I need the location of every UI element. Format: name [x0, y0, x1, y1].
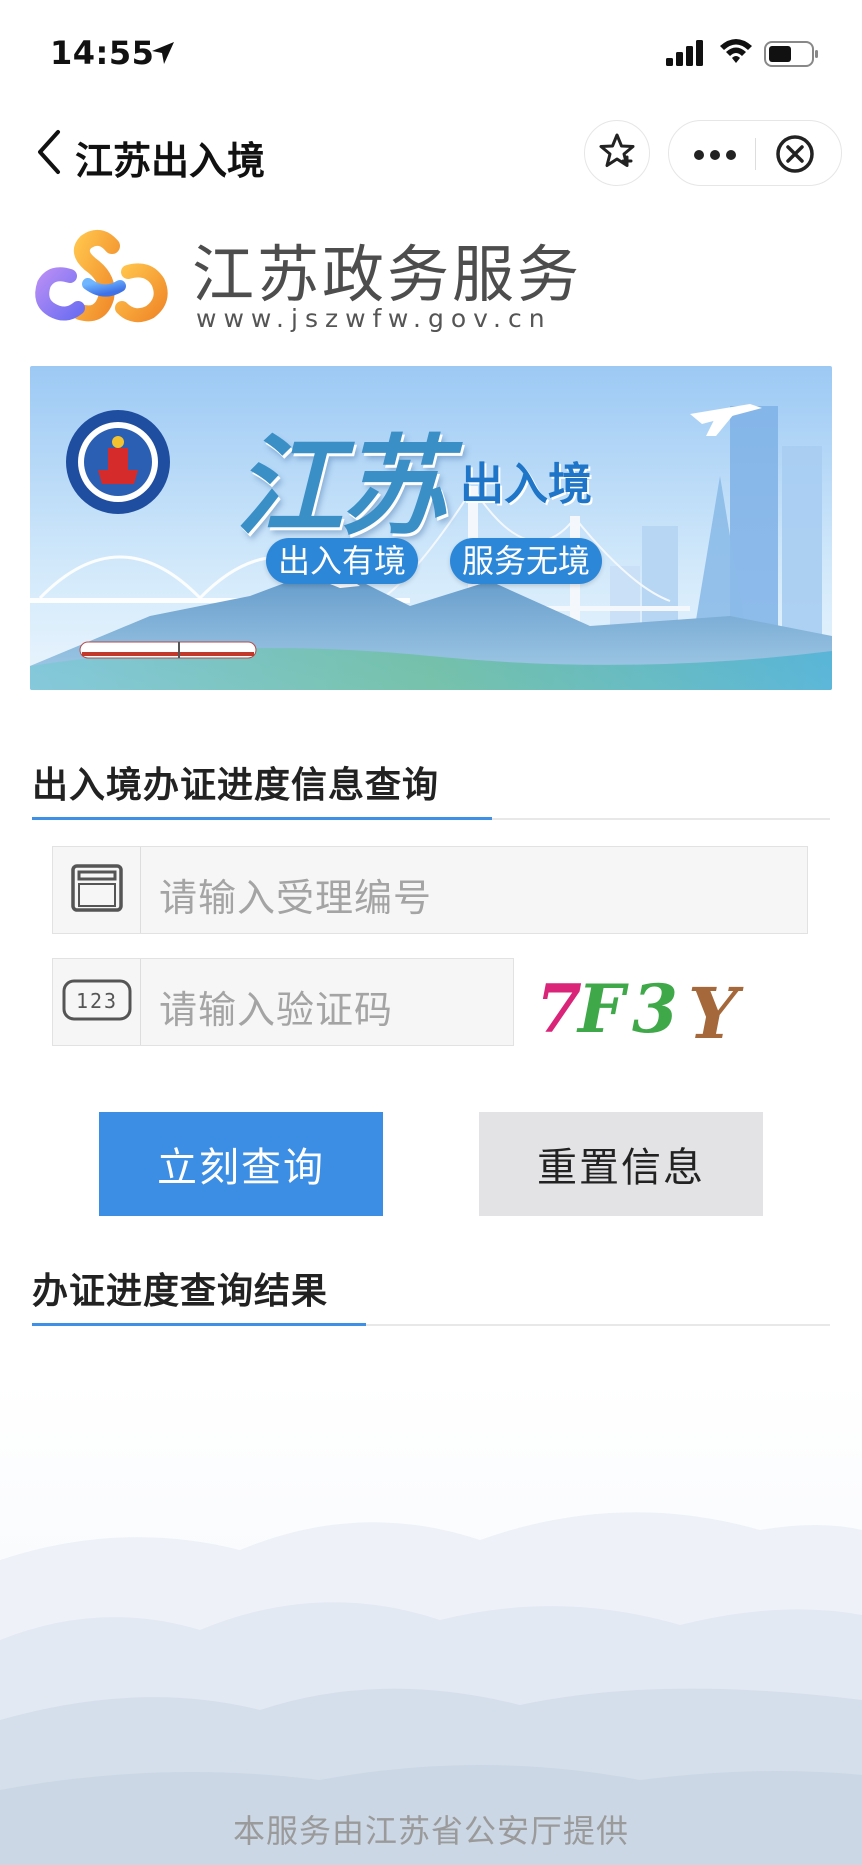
123-icon: 123: [62, 975, 132, 1029]
svg-text:123: 123: [75, 989, 117, 1013]
location-arrow-icon: [150, 40, 176, 70]
query-section-title: 出入境办证进度信息查询: [32, 765, 440, 806]
mountain-background: [0, 1380, 862, 1865]
jszwfw-logo: 江苏政务服务 www.jszwfw.gov.cn: [30, 228, 630, 338]
favorite-button[interactable]: [584, 120, 650, 186]
back-chevron-icon[interactable]: [34, 128, 62, 180]
more-icon[interactable]: [693, 147, 737, 166]
captcha-char: 3: [632, 970, 678, 1048]
field-icon-cell: [53, 847, 141, 933]
captcha-char: 7: [536, 970, 582, 1048]
banner-slogan-2: 服务无境: [450, 538, 603, 584]
captcha-char: Y: [688, 972, 744, 1050]
acceptance-number-placeholder: 请输入受理编号: [159, 876, 433, 920]
immigration-emblem: [64, 408, 172, 520]
captcha-placeholder: 请输入验证码: [159, 988, 394, 1032]
logo-url: www.jszwfw.gov.cn: [196, 304, 552, 333]
captcha-char: F: [576, 970, 629, 1048]
reset-button[interactable]: 重置信息: [479, 1112, 763, 1216]
capsule-menu: [668, 120, 842, 186]
banner-slogan-1: 出入有境: [266, 538, 419, 584]
nav-title: 江苏出入境: [75, 139, 266, 183]
wifi-icon: [718, 36, 754, 70]
status-bar: 14:55: [0, 0, 862, 110]
status-time: 14:55: [50, 34, 155, 72]
star-icon: [597, 131, 637, 175]
capsule-divider: [755, 138, 756, 170]
result-section-title: 办证进度查询结果: [32, 1271, 329, 1312]
battery-icon: [764, 40, 820, 72]
acceptance-number-field[interactable]: 请输入受理编号: [52, 846, 808, 934]
nav-bar: 江苏出入境: [0, 110, 862, 200]
immigration-banner: 江苏 出入境 出入有境 服务无境: [30, 366, 832, 690]
query-button[interactable]: 立刻查询: [99, 1112, 383, 1216]
field-icon-cell: 123: [53, 959, 141, 1045]
result-section-accent: [32, 1323, 366, 1326]
banner-title: 江苏: [235, 424, 447, 550]
jszwfw-logo-icon: [30, 228, 175, 338]
captcha-image[interactable]: 7 F 3 Y: [536, 960, 746, 1055]
banner-subtitle: 出入境: [460, 459, 592, 510]
query-section-accent: [32, 817, 492, 820]
logo-title: 江苏政务服务: [192, 238, 583, 311]
cellular-signal-icon: [666, 40, 706, 70]
captcha-field[interactable]: 123 请输入验证码: [52, 958, 514, 1046]
footer-provider-text: 本服务由江苏省公安厅提供: [232, 1812, 629, 1850]
close-circle-icon[interactable]: [775, 134, 815, 178]
id-card-icon: [69, 862, 125, 918]
